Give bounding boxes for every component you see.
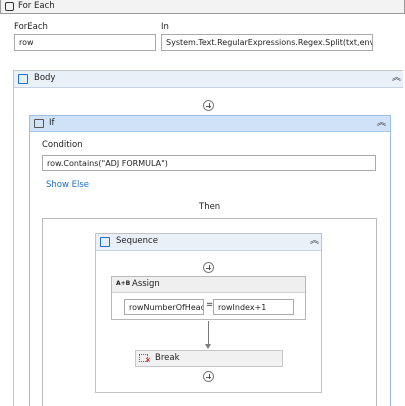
if-title: If xyxy=(49,118,55,128)
break-activity[interactable]: × Break xyxy=(135,350,283,367)
foreach-variable-input[interactable]: row xyxy=(14,34,156,51)
flow-connector xyxy=(208,321,209,345)
in-label: In xyxy=(161,22,169,32)
assign-value-input[interactable]: rowIndex+1 xyxy=(213,299,294,315)
add-activity-icon[interactable] xyxy=(203,371,214,382)
break-x-icon: × xyxy=(145,356,151,364)
collapse-if-icon[interactable]: ︽ xyxy=(377,119,386,128)
foreach-title: For Each xyxy=(18,1,55,11)
assign-title: Assign xyxy=(132,279,160,289)
in-expression-input[interactable]: System.Text.RegularExpressions.Regex.Spl… xyxy=(161,34,373,51)
show-else-link[interactable]: Show Else xyxy=(46,180,89,190)
break-title: Break xyxy=(155,353,180,363)
collapse-sequence-icon[interactable]: ︽ xyxy=(310,237,319,246)
condition-label: Condition xyxy=(42,140,83,150)
body-header[interactable]: Body ︽ xyxy=(14,71,403,88)
add-activity-icon[interactable] xyxy=(203,100,214,111)
sequence-icon xyxy=(18,74,28,84)
body-title: Body xyxy=(34,73,56,83)
then-label: Then xyxy=(199,202,221,212)
assign-icon: A+B xyxy=(116,280,131,287)
assign-header[interactable]: A+B Assign xyxy=(112,277,305,293)
condition-input[interactable]: row.Contains("ADJ FORMULA") xyxy=(42,155,376,171)
collapse-body-icon[interactable]: ︽ xyxy=(392,74,401,83)
sequence-header[interactable]: Sequence ︽ xyxy=(96,234,321,251)
if-header[interactable]: If ︽ xyxy=(30,116,390,132)
sequence-icon xyxy=(100,237,110,247)
foreach-icon xyxy=(5,2,14,11)
if-icon xyxy=(34,119,44,128)
foreach-label: ForEach xyxy=(14,22,48,32)
arrow-down-icon xyxy=(205,344,211,349)
add-activity-icon[interactable] xyxy=(203,262,214,273)
sequence-title: Sequence xyxy=(116,236,158,246)
assign-to-input[interactable]: rowNumberOfHeac xyxy=(124,299,204,315)
foreach-header[interactable]: For Each xyxy=(0,0,405,14)
